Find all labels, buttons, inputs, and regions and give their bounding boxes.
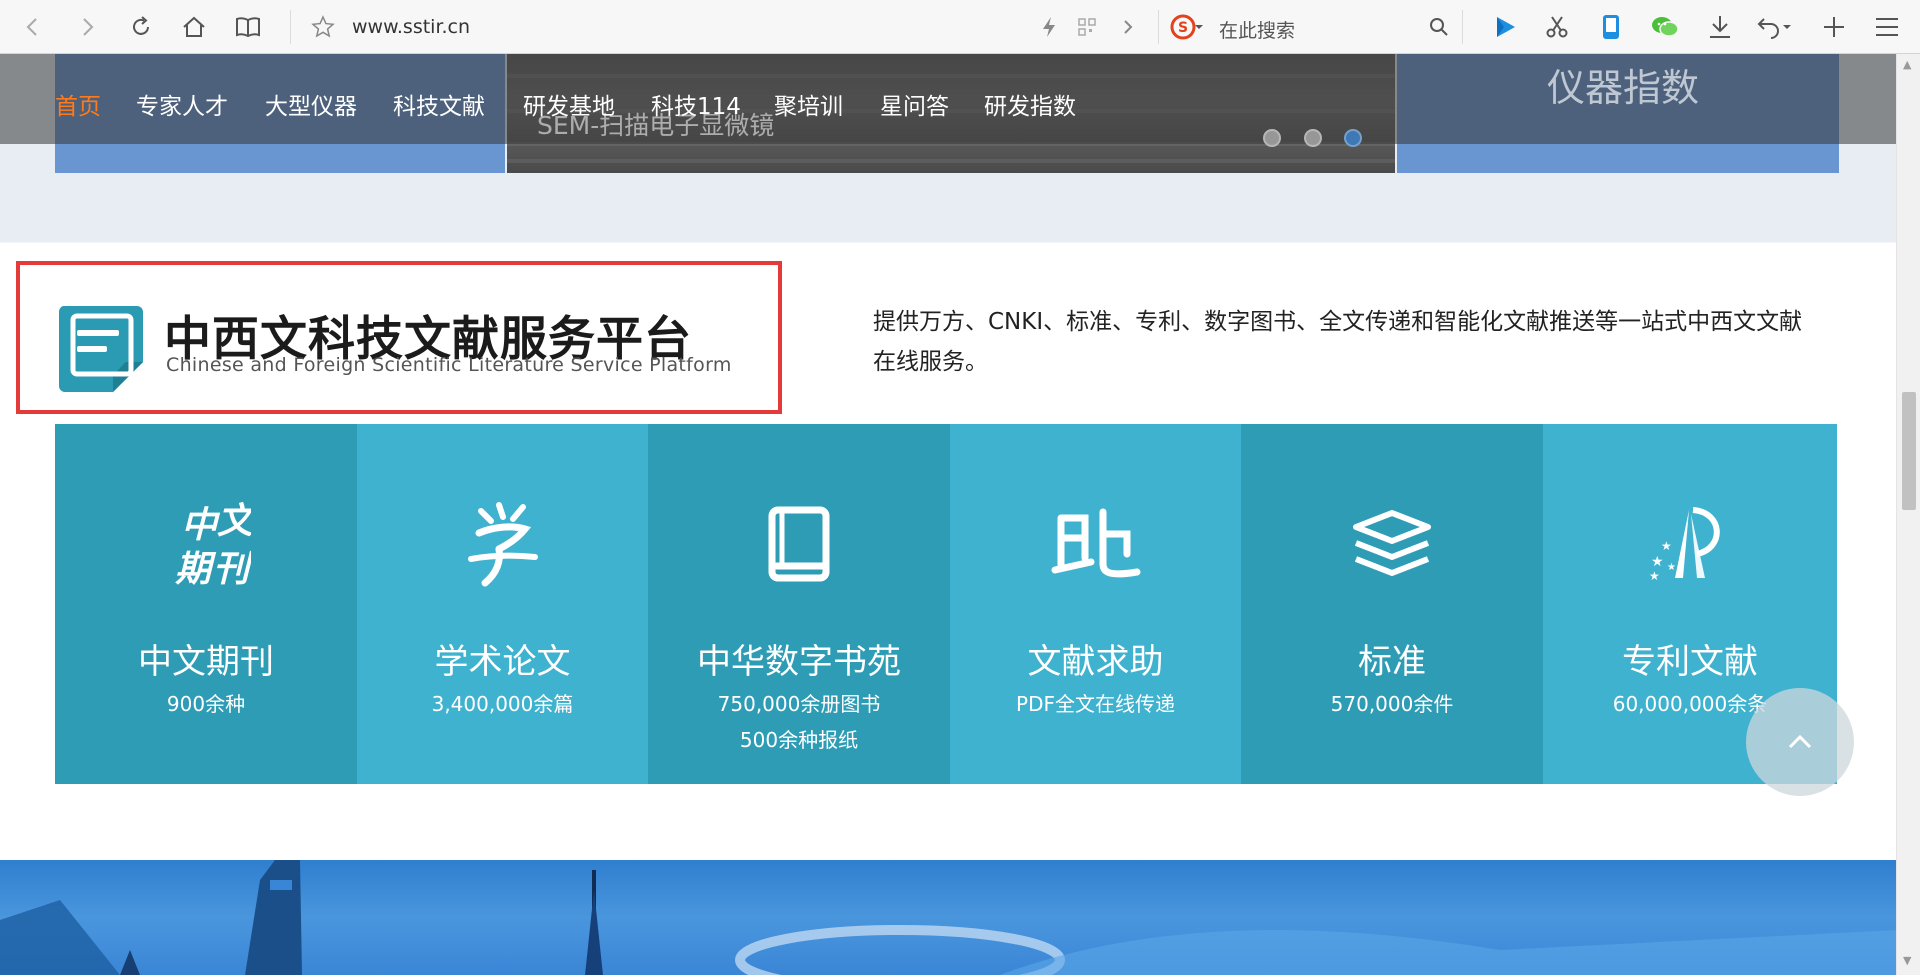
new-tab-plus-icon[interactable] — [1819, 12, 1849, 42]
tile-title: 专利文献 — [1622, 642, 1758, 682]
nav-item-experts[interactable]: 专家人才 — [136, 87, 228, 121]
tile-subtitle: 3,400,000余篇 — [431, 692, 574, 716]
book-icon — [648, 499, 950, 589]
page-scrollbar[interactable]: ▲ ▼ — [1896, 54, 1920, 975]
video-play-icon[interactable] — [1490, 12, 1520, 42]
slide-caption: SEM-扫描电子显微镜 — [537, 111, 775, 140]
nav-item-training[interactable]: 聚培训 — [774, 87, 843, 121]
service-tiles: 中 文 期 刊 中文期刊 900余种 学术论文 3,400,000余篇 中华数字… — [55, 424, 1837, 784]
bookmark-star-icon[interactable] — [308, 12, 338, 42]
document-logo-icon — [58, 306, 143, 392]
tile-title: 学术论文 — [434, 642, 571, 682]
instrument-index-label[interactable]: 仪器指数 — [1547, 57, 1699, 112]
svg-text:文: 文 — [217, 500, 251, 542]
download-icon[interactable] — [1705, 12, 1735, 42]
scrollbar-thumb[interactable] — [1902, 392, 1916, 510]
svg-text:S: S — [1178, 20, 1188, 36]
dropdown-arrow-icon[interactable] — [1192, 12, 1206, 42]
address-bar[interactable]: www.sstir.cn — [352, 16, 470, 38]
academic-paper-icon — [357, 499, 648, 589]
home-icon[interactable] — [179, 12, 209, 42]
tile-subtitle: PDF全文在线传递 — [1016, 692, 1175, 716]
carousel-dot[interactable] — [1263, 129, 1281, 147]
tile-subtitle-line1: 750,000余册图书 — [717, 692, 881, 716]
lightning-icon[interactable] — [1034, 12, 1064, 42]
tile-academic-papers[interactable]: 学术论文 3,400,000余篇 — [357, 424, 648, 784]
scissors-icon[interactable] — [1542, 12, 1572, 42]
carousel-dot-active[interactable] — [1344, 129, 1362, 147]
tile-title: 文献求助 — [1027, 642, 1164, 682]
tile-standards[interactable]: 标准 570,000余件 — [1241, 424, 1543, 784]
menu-icon[interactable] — [1872, 12, 1902, 42]
svg-text:★: ★ — [1651, 554, 1664, 570]
reload-icon[interactable] — [126, 12, 156, 42]
search-input[interactable]: 在此搜索 — [1219, 16, 1295, 43]
city-skyline-image — [0, 860, 1896, 975]
web-page: 首页 专家人才 大型仪器 科技文献 研发基地 科技114 聚培训 星问答 研发指… — [0, 54, 1896, 975]
svg-text:★: ★ — [1661, 539, 1672, 553]
tile-title: 中文期刊 — [138, 642, 274, 682]
search-icon[interactable] — [1424, 12, 1454, 42]
platform-description: 提供万方、CNKI、标准、专利、数字图书、全文传递和智能化文献推送等一站式中西文… — [873, 309, 1803, 375]
svg-text:★: ★ — [1649, 569, 1660, 583]
scroll-down-arrow-icon[interactable]: ▼ — [1903, 954, 1911, 967]
forward-icon[interactable] — [72, 12, 102, 42]
patent-icon: ★ ★ ★ ★ — [1543, 499, 1837, 589]
nav-item-instruments[interactable]: 大型仪器 — [265, 87, 357, 121]
nav-item-home[interactable]: 首页 — [55, 87, 101, 121]
nav-item-literature[interactable]: 科技文献 — [393, 87, 485, 121]
chinese-journal-icon: 中 文 期 刊 — [55, 499, 357, 589]
chevron-right-icon[interactable] — [1113, 12, 1143, 42]
svg-text:期: 期 — [175, 548, 217, 589]
tile-literature-help[interactable]: 文献求助 PDF全文在线传递 — [950, 424, 1241, 784]
tile-chinese-journals[interactable]: 中 文 期 刊 中文期刊 900余种 — [55, 424, 357, 784]
platform-subtitle: Chinese and Foreign Scientific Literatur… — [166, 354, 732, 376]
tile-subtitle: 750,000余册图书 500余种报纸 — [648, 686, 950, 758]
browser-toolbar: www.sstir.cn S 在此搜索 — [0, 0, 1920, 54]
reading-mode-icon[interactable] — [233, 12, 263, 42]
phone-icon[interactable] — [1596, 12, 1626, 42]
svg-text:刊: 刊 — [213, 548, 251, 589]
svg-text:中: 中 — [181, 504, 221, 546]
svg-text:★: ★ — [1667, 562, 1676, 573]
undo-dropdown-icon[interactable] — [1780, 12, 1794, 42]
chevron-up-icon — [1788, 734, 1812, 749]
back-icon[interactable] — [18, 12, 48, 42]
nav-item-rd-index[interactable]: 研发指数 — [984, 87, 1076, 121]
layers-icon — [1241, 499, 1543, 589]
tile-title: 中华数字书苑 — [697, 642, 901, 682]
scroll-up-arrow-icon[interactable]: ▲ — [1903, 58, 1911, 71]
carousel-dot[interactable] — [1304, 129, 1322, 147]
tile-digital-books[interactable]: 中华数字书苑 750,000余册图书 500余种报纸 — [648, 424, 950, 784]
tile-subtitle-line2: 500余种报纸 — [739, 728, 859, 752]
tile-subtitle: 900余种 — [166, 692, 246, 716]
wechat-icon[interactable] — [1650, 12, 1680, 42]
tile-subtitle: 570,000余件 — [1330, 692, 1454, 716]
nav-item-qa[interactable]: 星问答 — [880, 87, 949, 121]
help-icon — [950, 499, 1241, 589]
city-banner-image — [0, 860, 1896, 975]
tile-title: 标准 — [1358, 642, 1426, 682]
qrcode-icon[interactable] — [1072, 12, 1102, 42]
back-to-top-button[interactable] — [1746, 688, 1854, 796]
